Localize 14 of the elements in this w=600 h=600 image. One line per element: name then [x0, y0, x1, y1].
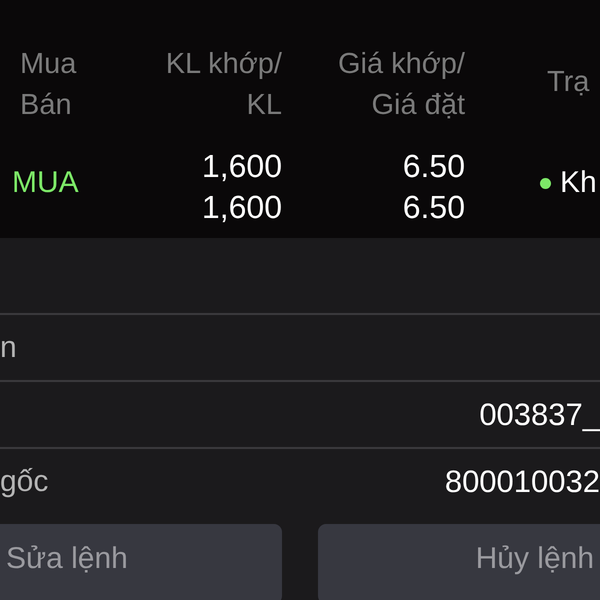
column-header: Giá khớp/ Giá đặt [338, 47, 465, 123]
detail-label: gốc [0, 464, 48, 498]
column-header: KL khớp/ KL [166, 47, 282, 123]
column-header: Mua Bán [19, 47, 78, 123]
side-label: MUA [11, 165, 80, 200]
column-header: Trạ [546, 65, 590, 100]
detail-label: n [0, 330, 17, 364]
table-cell-text: 6.50 6.50 [402, 147, 465, 227]
detail-value: 800010032 [444, 464, 600, 500]
detail-value: 003837_ [479, 396, 600, 432]
table-cell-text: 1,600 1,600 [202, 147, 282, 227]
edit-order-button[interactable]: Sửa lệnh [0, 524, 282, 600]
cancel-order-button[interactable]: Hủy lệnh [318, 524, 600, 600]
status-text: Kh [560, 166, 597, 200]
